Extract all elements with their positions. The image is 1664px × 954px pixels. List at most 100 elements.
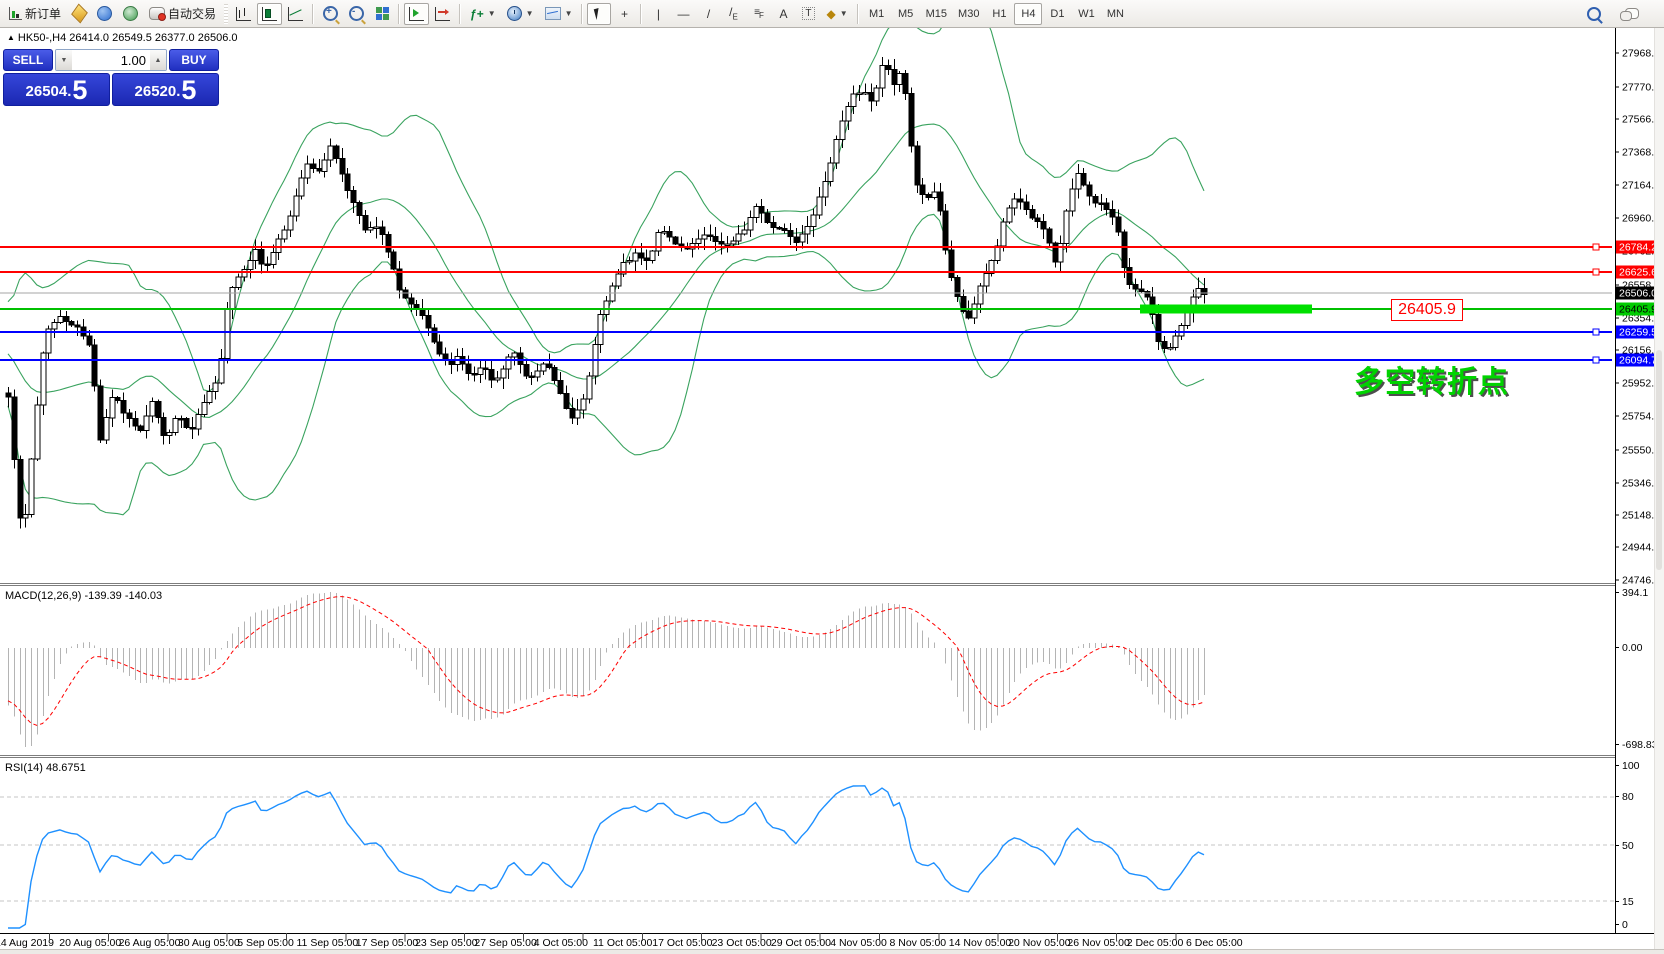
indicators-button[interactable]: ƒ+▼ bbox=[465, 3, 501, 25]
collapse-panel-icon[interactable]: ▲ bbox=[7, 33, 15, 42]
rsi-tick-label: 100 bbox=[1622, 760, 1640, 772]
add-indicator-icon: ƒ+ bbox=[470, 7, 484, 21]
buy-price-tile[interactable]: 26520.5 bbox=[112, 73, 219, 106]
timeframe-H4[interactable]: H4 bbox=[1014, 3, 1042, 25]
separator bbox=[312, 4, 314, 24]
community-button[interactable] bbox=[92, 3, 117, 25]
price-level-annotation-box[interactable]: 26405.9 bbox=[1391, 299, 1463, 321]
volume-increase-button[interactable]: ▲ bbox=[150, 50, 166, 70]
timeframe-group: M1M5M15M30H1H4D1W1MN bbox=[863, 3, 1130, 25]
sell-button[interactable]: SELL bbox=[3, 49, 53, 71]
date-tick-label: 11 Oct 05:00 bbox=[593, 937, 653, 949]
separator bbox=[459, 4, 461, 24]
auto-scroll-button[interactable] bbox=[404, 3, 429, 25]
buy-price-big-digit: 5 bbox=[181, 77, 196, 104]
templates-button[interactable]: ▼ bbox=[540, 3, 578, 25]
volume-spinner: ▼ ▲ bbox=[55, 49, 167, 71]
bar-chart-button[interactable] bbox=[231, 3, 256, 25]
community-icon bbox=[97, 6, 112, 21]
caret-icon: ▼ bbox=[526, 9, 534, 18]
autotrading-button[interactable]: 自动交易 bbox=[144, 3, 221, 25]
candlestick-chart-button[interactable] bbox=[257, 3, 282, 25]
trendline-icon: / bbox=[707, 7, 710, 21]
crosshair-button[interactable]: + bbox=[612, 3, 636, 25]
symbol-ohlc-text: HK50-,H4 26414.0 26549.5 26377.0 26506.0 bbox=[18, 32, 238, 44]
chart-canvas[interactable]: 27968.027770.027566.027368.027164.026960… bbox=[0, 0, 1664, 954]
timeframe-W1[interactable]: W1 bbox=[1072, 3, 1100, 25]
timeframe-M30[interactable]: M30 bbox=[953, 3, 984, 25]
svg-text:26094.7: 26094.7 bbox=[1619, 355, 1657, 367]
zoom-out-button[interactable]: - bbox=[344, 3, 369, 25]
hline-handle-26094.7[interactable] bbox=[1593, 357, 1599, 363]
rsi-tick-label: 15 bbox=[1622, 896, 1634, 908]
one-click-trade-panel: SELL ▼ ▲ BUY 26504.5 26520.5 bbox=[3, 49, 219, 106]
timeframe-M1[interactable]: M1 bbox=[863, 3, 891, 25]
fibonacci-button[interactable]: ≡F bbox=[746, 3, 770, 25]
date-tick-label: 14 Aug 2019 bbox=[0, 937, 54, 949]
horizontal-line-button[interactable]: — bbox=[671, 3, 695, 25]
arrows-button[interactable]: ◆▼ bbox=[821, 3, 852, 25]
level-lines bbox=[0, 244, 1612, 363]
macd-tick-label: 394.1 bbox=[1622, 587, 1648, 599]
trendline-button[interactable]: / bbox=[696, 3, 720, 25]
date-tick-label: 20 Nov 05:00 bbox=[1008, 937, 1071, 949]
date-tick-label: 26 Aug 05:00 bbox=[119, 937, 181, 949]
zoom-in-button[interactable]: + bbox=[318, 3, 343, 25]
line-chart-button[interactable] bbox=[283, 3, 308, 25]
right-scrollbar[interactable] bbox=[1654, 28, 1664, 950]
signals-button[interactable] bbox=[118, 3, 143, 25]
date-tick-label: 17 Oct 05:00 bbox=[652, 937, 712, 949]
date-tick-label: 14 Nov 05:00 bbox=[949, 937, 1012, 949]
volume-decrease-button[interactable]: ▼ bbox=[56, 50, 72, 70]
date-tick-label: 27 Sep 05:00 bbox=[474, 937, 537, 949]
timeframe-H1[interactable]: H1 bbox=[985, 3, 1013, 25]
market-watch-button[interactable] bbox=[67, 3, 91, 25]
pane-separators bbox=[0, 583, 1664, 758]
text-label-icon: T bbox=[802, 7, 814, 20]
buy-button[interactable]: BUY bbox=[169, 49, 219, 71]
search-button[interactable] bbox=[1582, 3, 1606, 25]
hline-handle-26784.2[interactable] bbox=[1593, 244, 1599, 250]
rsi-line bbox=[8, 786, 1204, 928]
template-icon bbox=[545, 7, 561, 20]
date-tick-label: 4 Nov 05:00 bbox=[830, 937, 887, 949]
green-highlight-segment[interactable] bbox=[1140, 305, 1312, 314]
new-order-icon bbox=[9, 7, 22, 20]
text-label-button[interactable]: T bbox=[796, 3, 820, 25]
timeframe-M5[interactable]: M5 bbox=[892, 3, 920, 25]
svg-text:26259.5: 26259.5 bbox=[1619, 327, 1657, 339]
main-toolbar: 新订单 自动交易 + - ƒ+▼ ▼ ▼ + | — / /E ≡F A T ◆… bbox=[0, 0, 1664, 28]
new-order-button[interactable]: 新订单 bbox=[4, 3, 66, 25]
timeframe-MN[interactable]: MN bbox=[1101, 3, 1129, 25]
timeframe-M15[interactable]: M15 bbox=[921, 3, 952, 25]
hline-handle-26259.5[interactable] bbox=[1593, 329, 1599, 335]
macd-tick-label: 0.00 bbox=[1622, 642, 1643, 654]
tile-windows-button[interactable] bbox=[370, 3, 394, 25]
equidistant-channel-button[interactable]: /E bbox=[721, 3, 745, 25]
text-button[interactable]: A bbox=[771, 3, 795, 25]
date-tick-label: 30 Aug 05:00 bbox=[178, 937, 240, 949]
sell-price-big-digit: 5 bbox=[72, 77, 87, 104]
autotrading-label: 自动交易 bbox=[168, 5, 216, 22]
timeframe-D1[interactable]: D1 bbox=[1043, 3, 1071, 25]
separator bbox=[398, 4, 400, 24]
channel-icon: /E bbox=[729, 5, 738, 21]
chart-shift-icon bbox=[435, 7, 450, 21]
bollinger-lower bbox=[8, 214, 1204, 514]
sell-price-tile[interactable]: 26504.5 bbox=[3, 73, 110, 106]
cursor-button[interactable] bbox=[587, 3, 611, 25]
rsi-pane bbox=[0, 786, 1615, 928]
vertical-line-button[interactable]: | bbox=[646, 3, 670, 25]
hline-handle-26625.6[interactable] bbox=[1593, 269, 1599, 275]
scrollbar-thumb[interactable] bbox=[1656, 350, 1662, 570]
new-order-label: 新订单 bbox=[25, 5, 61, 22]
chart-shift-button[interactable] bbox=[430, 3, 455, 25]
volume-input[interactable] bbox=[72, 50, 150, 70]
separator bbox=[857, 4, 859, 24]
periods-button[interactable]: ▼ bbox=[502, 3, 539, 25]
trading-terminal-window: { "toolbar": { "new_order_label": "新订单",… bbox=[0, 0, 1664, 954]
macd-signal-line bbox=[8, 597, 1204, 726]
caret-icon: ▼ bbox=[565, 9, 573, 18]
chat-button[interactable] bbox=[1620, 3, 1644, 25]
turning-point-note[interactable]: 多空转折点 bbox=[1354, 357, 1509, 401]
